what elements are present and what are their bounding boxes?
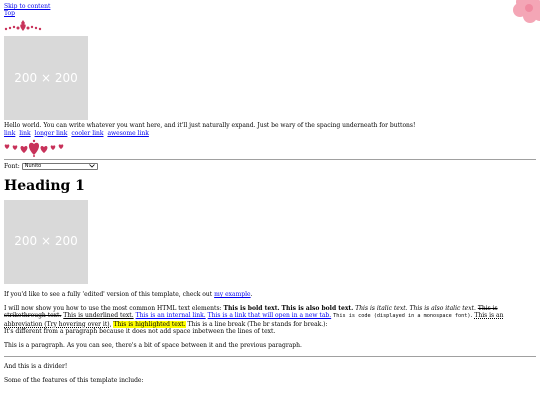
features-text: Some of the features of this template in… — [4, 377, 144, 385]
skip-to-content-link[interactable]: Skip to content — [4, 3, 536, 10]
bold-text: This is bold text. — [223, 305, 280, 313]
top-link[interactable]: Top — [4, 10, 536, 17]
font-picker-row: Font: Nunito — [4, 163, 536, 170]
new-tab-link[interactable]: This is a link that will open in a new t… — [208, 312, 332, 319]
line-break-text: This is a line break (The br stands for … — [187, 320, 328, 328]
edited-text: If you'd like to see a fully 'edited' ve… — [4, 291, 213, 299]
header-divider — [4, 158, 536, 160]
header-links: link link longer link cooler link awesom… — [4, 130, 536, 137]
header-image-placeholder: 200 × 200 — [4, 36, 88, 121]
code-text: This is code (displayed in a monospace f… — [333, 313, 471, 320]
font-select[interactable]: Nunito — [21, 162, 98, 170]
my-example-link[interactable]: my example — [214, 291, 251, 298]
strong-text: This is also bold text. — [281, 305, 354, 313]
italic-text: This is italic text. — [355, 305, 408, 313]
font-label: Font: — [4, 162, 20, 170]
underlined-text: This is underlined text. — [63, 312, 134, 320]
hello-text: Hello world. You can write whatever you … — [4, 122, 416, 130]
chevron-down-icon — [88, 164, 95, 168]
emphasis-text: This is also italic text. — [409, 305, 476, 313]
header-link-longer[interactable]: longer link — [35, 130, 68, 137]
hearts-ornament — [4, 139, 64, 157]
page-heading: Heading 1 — [4, 178, 85, 195]
plain-paragraph: This is a paragraph. As you can see, the… — [4, 342, 302, 350]
edited-end: . — [250, 291, 253, 299]
main-image-label: 200 × 200 — [14, 234, 78, 249]
header-link-1[interactable]: link — [4, 130, 15, 137]
main-image-placeholder: 200 × 200 — [4, 200, 88, 285]
heart-ornament — [4, 20, 42, 32]
divider-text: And this is a divider! — [4, 363, 68, 371]
header-link-cooler[interactable]: cooler link — [71, 130, 103, 137]
elements-paragraph: I will now show you how to use the most … — [4, 305, 504, 335]
highlighted-text: This is highlighted text. — [113, 320, 186, 328]
header-image-label: 200 × 200 — [14, 70, 78, 85]
page-content: Skip to content Top 200 × 200 Hello worl… — [0, 0, 540, 385]
intro-text: I will now show you how to use the most … — [4, 305, 222, 313]
edited-paragraph: If you'd like to see a fully 'edited' ve… — [4, 291, 536, 298]
header-link-2[interactable]: link — [19, 130, 30, 137]
font-select-value: Nunito — [24, 162, 42, 169]
content-divider — [4, 356, 536, 358]
header-link-awesome[interactable]: awesome link — [107, 130, 148, 137]
flower-decoration — [513, 0, 540, 23]
after-break-text: It's different from a paragraph because … — [4, 327, 276, 335]
internal-link[interactable]: This is an internal link. — [136, 312, 206, 319]
